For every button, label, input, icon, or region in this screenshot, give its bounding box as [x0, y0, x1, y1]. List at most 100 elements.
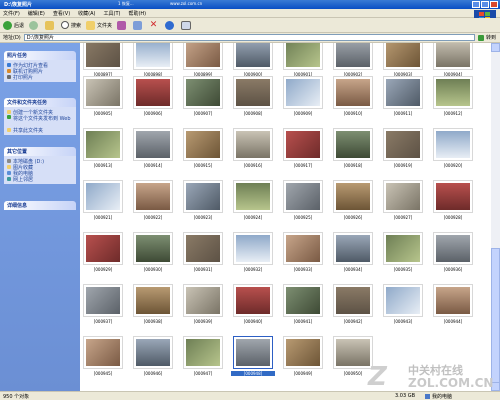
- taskbar-tab-1[interactable]: 1 恢复...: [118, 1, 134, 7]
- up-folder-button[interactable]: [45, 20, 56, 30]
- thumbnail-item[interactable]: [133, 43, 173, 70]
- thumbnail-item[interactable]: [183, 76, 223, 109]
- thumbnail-caption[interactable]: [000907]: [181, 111, 225, 116]
- thumbnail-caption[interactable]: [000937]: [81, 319, 125, 324]
- thumbnail-caption[interactable]: [000912]: [431, 111, 475, 116]
- thumbnail-item[interactable]: [283, 43, 323, 70]
- thumbnail-item[interactable]: [233, 180, 273, 213]
- thumbnail-caption[interactable]: [000929]: [81, 267, 125, 272]
- menu-favorites[interactable]: 收藏(A): [78, 10, 95, 17]
- address-input[interactable]: D:\恢复照片: [23, 34, 475, 41]
- copy-to-button[interactable]: [133, 20, 144, 30]
- thumbnail-caption[interactable]: [000943]: [381, 319, 425, 324]
- thumbnail-caption[interactable]: [000939]: [181, 319, 225, 324]
- other-places-header[interactable]: 其它位置: [4, 147, 76, 156]
- thumbnail-item[interactable]: [183, 232, 223, 265]
- thumbnail-item[interactable]: [183, 180, 223, 213]
- thumbnail-item[interactable]: [433, 284, 473, 317]
- thumbnail-item[interactable]: [333, 43, 373, 70]
- thumbnail-item[interactable]: [133, 284, 173, 317]
- thumbnail-item[interactable]: [383, 43, 423, 70]
- thumbnail-item[interactable]: [133, 180, 173, 213]
- thumbnail-caption[interactable]: [000909]: [281, 111, 325, 116]
- thumbnail-caption[interactable]: [000916]: [231, 163, 275, 168]
- thumbnail-item[interactable]: [283, 128, 323, 161]
- delete-button[interactable]: ✕: [149, 20, 160, 30]
- thumbnail-caption[interactable]: [000944]: [431, 319, 475, 324]
- thumbnail-item[interactable]: [233, 43, 273, 70]
- undo-button[interactable]: [165, 20, 176, 30]
- thumbnail-caption[interactable]: [000949]: [281, 371, 325, 376]
- thumbnail-caption[interactable]: [000911]: [381, 111, 425, 116]
- menu-view[interactable]: 查看(V): [53, 10, 70, 17]
- thumbnail-caption[interactable]: [000936]: [431, 267, 475, 272]
- thumbnail-caption[interactable]: [000945]: [81, 371, 125, 376]
- thumbnail-item[interactable]: [133, 76, 173, 109]
- thumbnail-caption[interactable]: [000932]: [231, 267, 275, 272]
- thumbnail-item[interactable]: [233, 336, 273, 369]
- thumbnail-item[interactable]: [183, 43, 223, 70]
- thumbnail-item[interactable]: [283, 284, 323, 317]
- thumbnail-item[interactable]: [283, 76, 323, 109]
- thumbnail-caption[interactable]: [000948]: [231, 371, 275, 376]
- thumbnail-caption[interactable]: [000935]: [381, 267, 425, 272]
- views-button[interactable]: [181, 20, 193, 30]
- minimize-button[interactable]: [472, 1, 480, 8]
- thumbnail-item[interactable]: [383, 180, 423, 213]
- thumbnail-item[interactable]: [433, 76, 473, 109]
- thumbnail-item[interactable]: [83, 43, 123, 70]
- task-print[interactable]: 打印照片: [7, 74, 73, 81]
- thumbnail-item[interactable]: [333, 336, 373, 369]
- task-publish-web[interactable]: 将这个文件夹发布到 Web: [7, 115, 73, 127]
- thumbnail-caption[interactable]: [000930]: [131, 267, 175, 272]
- thumbnail-item[interactable]: [183, 336, 223, 369]
- thumbnail-item[interactable]: [133, 232, 173, 265]
- place-network[interactable]: 网上邻居: [7, 176, 73, 183]
- thumbnail-item[interactable]: [333, 128, 373, 161]
- details-header[interactable]: 详细信息: [4, 201, 76, 210]
- thumbnail-caption[interactable]: [000905]: [81, 111, 125, 116]
- thumbnail-caption[interactable]: [000924]: [231, 215, 275, 220]
- thumbnail-item[interactable]: [283, 336, 323, 369]
- thumbnail-caption[interactable]: [000926]: [331, 215, 375, 220]
- thumbnail-item[interactable]: [383, 128, 423, 161]
- thumbnail-caption[interactable]: [000908]: [231, 111, 275, 116]
- thumbnail-caption[interactable]: [000910]: [331, 111, 375, 116]
- thumbnail-item[interactable]: [83, 128, 123, 161]
- thumbnail-item[interactable]: [333, 232, 373, 265]
- thumbnail-item[interactable]: [333, 284, 373, 317]
- thumbnail-item[interactable]: [383, 76, 423, 109]
- close-button[interactable]: [490, 1, 498, 8]
- file-tasks-header[interactable]: 文件和文件夹任务: [4, 98, 76, 107]
- thumbnail-caption[interactable]: [000918]: [331, 163, 375, 168]
- thumbnail-caption[interactable]: [000925]: [281, 215, 325, 220]
- search-button[interactable]: 搜索: [61, 21, 81, 29]
- thumbnail-caption[interactable]: [000906]: [131, 111, 175, 116]
- thumbnail-caption[interactable]: [000928]: [431, 215, 475, 220]
- menu-file[interactable]: 文件(F): [3, 10, 20, 17]
- thumbnail-caption[interactable]: [000920]: [431, 163, 475, 168]
- scroll-up-arrow[interactable]: [491, 43, 500, 52]
- thumbnail-caption[interactable]: [000921]: [81, 215, 125, 220]
- thumbnail-caption[interactable]: [000927]: [381, 215, 425, 220]
- thumbnail-caption[interactable]: [000940]: [231, 319, 275, 324]
- thumbnail-caption[interactable]: [000922]: [131, 215, 175, 220]
- vertical-scrollbar[interactable]: [491, 43, 500, 391]
- photo-tasks-header[interactable]: 照片任务: [4, 51, 76, 60]
- folders-button[interactable]: 文件夹: [86, 20, 112, 30]
- thumbnail-item[interactable]: [433, 128, 473, 161]
- thumbnail-item[interactable]: [433, 43, 473, 70]
- thumbnail-caption[interactable]: [000913]: [81, 163, 125, 168]
- thumbnail-item[interactable]: [83, 284, 123, 317]
- thumbnail-item[interactable]: [383, 284, 423, 317]
- thumbnail-item[interactable]: [233, 128, 273, 161]
- thumbnail-item[interactable]: [133, 336, 173, 369]
- thumbnail-caption[interactable]: [000931]: [181, 267, 225, 272]
- move-to-button[interactable]: [117, 20, 128, 30]
- menu-edit[interactable]: 编辑(E): [28, 10, 45, 17]
- thumbnail-caption[interactable]: [000934]: [331, 267, 375, 272]
- thumbnail-item[interactable]: [433, 232, 473, 265]
- thumbnail-item[interactable]: [333, 180, 373, 213]
- thumbnail-item[interactable]: [333, 76, 373, 109]
- maximize-button[interactable]: [481, 1, 489, 8]
